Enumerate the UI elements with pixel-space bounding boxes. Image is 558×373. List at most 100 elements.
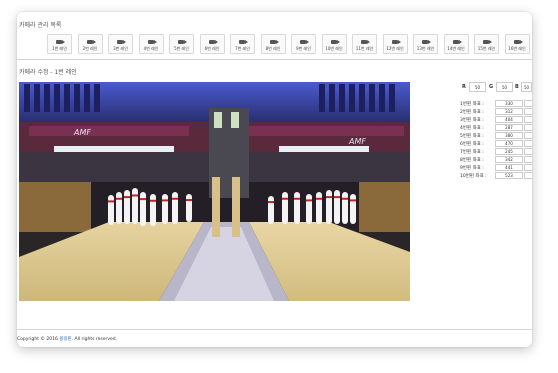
camera-button-4[interactable]: 4번 레인 xyxy=(138,34,164,54)
camera-button-8[interactable]: 8번 레인 xyxy=(260,34,286,54)
bowling-pin xyxy=(124,190,130,224)
pin-coordinate-label: 3번핀 좌표 : xyxy=(460,118,484,123)
copyright-suffix: . All rights reserved. xyxy=(71,337,118,342)
video-camera-icon xyxy=(422,40,431,44)
camera-button-label: 14번 레인 xyxy=(447,46,465,51)
camera-button-label: 15번 레인 xyxy=(477,46,496,51)
pin-coordinate-extra-input[interactable] xyxy=(524,164,532,171)
bowling-pin xyxy=(350,194,356,224)
video-camera-icon xyxy=(300,40,309,44)
camera-edit-title: 카메라 수정 - 1번 레인 xyxy=(19,69,77,76)
video-camera-icon xyxy=(239,40,248,44)
video-camera-icon xyxy=(56,40,65,44)
bowling-pin xyxy=(186,194,192,222)
camera-button-6[interactable]: 6번 레인 xyxy=(199,34,225,54)
camera-button-3[interactable]: 3번 레인 xyxy=(108,34,133,54)
camera-button-2[interactable]: 2번 레인 xyxy=(77,34,103,54)
bowling-pin xyxy=(282,192,288,224)
pin-coordinate-extra-input[interactable] xyxy=(524,132,532,139)
pin-coordinate-input[interactable]: 330 xyxy=(495,100,523,107)
camera-button-9[interactable]: 9번 레인 xyxy=(291,34,316,54)
camera-button-label: 12번 레인 xyxy=(386,46,404,51)
camera-button-5[interactable]: 5번 레인 xyxy=(169,34,194,54)
pin-coordinate-extra-input[interactable] xyxy=(524,116,532,123)
video-camera-icon xyxy=(330,40,340,44)
bowling-pin xyxy=(132,188,138,224)
video-camera-icon xyxy=(117,40,126,44)
camera-button-15[interactable]: 15번 레인 xyxy=(474,34,499,54)
camera-button-label: 8번 레인 xyxy=(265,46,281,51)
camera-button-label: 10번 레인 xyxy=(325,46,343,51)
video-camera-icon xyxy=(208,40,218,44)
camera-button-16[interactable]: 16번 레인 xyxy=(504,34,530,54)
pin-coordinate-extra-input[interactable] xyxy=(524,148,532,155)
bowling-lane-image: AMF AMF xyxy=(19,82,410,301)
camera-button-label: 13번 레인 xyxy=(416,46,435,51)
camera-list: 1번 레인 2번 레인 3번 레인 4번 레인 5번 레인 6번 레인 7번 레인 8번 레인… xyxy=(17,32,532,60)
video-camera-icon xyxy=(86,40,96,44)
bowling-pin xyxy=(334,190,340,224)
video-camera-icon xyxy=(391,40,401,44)
pin-coordinate-input[interactable]: 312 xyxy=(495,108,523,115)
pin-coordinate-input[interactable]: 245 xyxy=(495,148,523,155)
pin-coordinate-input[interactable]: 441 xyxy=(495,164,523,171)
pin-coordinate-input[interactable]: 342 xyxy=(495,156,523,163)
bowling-pin xyxy=(140,192,146,226)
pin-coordinate-label: 1번핀 좌표 : xyxy=(460,102,484,107)
pin-coordinate-input[interactable]: 380 xyxy=(495,132,523,139)
camera-view: AMF AMF xyxy=(19,82,410,301)
pin-coordinate-extra-input[interactable] xyxy=(524,172,532,179)
right-sign-text: AMF xyxy=(348,137,366,146)
app-window: 카메라 관리 목록 1번 레인 2번 레인 3번 레인 4번 레인 5번 레인 6번 레인… xyxy=(17,12,532,347)
camera-button-label: 2번 레인 xyxy=(82,46,98,51)
copyright: Copyright © 2016 볼링핀. All rights reserve… xyxy=(17,336,117,342)
camera-button-label: 5번 레인 xyxy=(174,46,189,51)
bowling-pin xyxy=(162,194,168,224)
g-label: G xyxy=(489,84,494,90)
camera-button-12[interactable]: 12번 레인 xyxy=(382,34,408,54)
camera-button-10[interactable]: 10번 레인 xyxy=(321,34,347,54)
bowling-pin xyxy=(150,194,156,226)
camera-button-label: 16번 레인 xyxy=(508,46,526,51)
pin-coordinate-extra-input[interactable] xyxy=(524,108,532,115)
video-camera-icon xyxy=(147,40,157,44)
camera-button-label: 6번 레인 xyxy=(204,46,220,51)
footer-divider xyxy=(17,329,532,330)
pin-coordinate-input[interactable]: 404 xyxy=(495,116,523,123)
video-camera-icon xyxy=(483,40,492,44)
video-camera-icon xyxy=(178,40,187,44)
pin-coordinate-label: 8번핀 좌표 : xyxy=(460,158,484,163)
camera-button-13[interactable]: 13번 레인 xyxy=(413,34,438,54)
pin-coordinate-input[interactable]: 287 xyxy=(495,124,523,131)
camera-button-7[interactable]: 7번 레인 xyxy=(230,34,255,54)
pin-coordinate-input[interactable]: 523 xyxy=(495,172,523,179)
brand-link[interactable]: 볼링핀 xyxy=(59,337,71,342)
b-input[interactable]: 50 xyxy=(521,82,532,92)
g-input[interactable]: 50 xyxy=(496,82,513,92)
pin-coordinate-label: 5번핀 좌표 : xyxy=(460,134,484,139)
pin-coordinate-input[interactable]: 470 xyxy=(495,140,523,147)
video-camera-icon xyxy=(452,40,462,44)
camera-button-11[interactable]: 11번 레인 xyxy=(352,34,377,54)
camera-button-14[interactable]: 14번 레인 xyxy=(443,34,469,54)
bowling-pin xyxy=(316,192,322,224)
copyright-prefix: Copyright © 2016 xyxy=(17,337,60,342)
pin-coordinate-label: 7번핀 좌표 : xyxy=(460,150,484,155)
pin-coordinate-extra-input[interactable] xyxy=(524,156,532,163)
bowling-pin xyxy=(326,190,332,224)
camera-button-label: 1번 레인 xyxy=(52,46,67,51)
pin-coordinate-label: 2번핀 좌표 : xyxy=(460,110,484,115)
camera-list-title: 카메라 관리 목록 xyxy=(19,22,62,29)
pin-coordinate-extra-input[interactable] xyxy=(524,124,532,131)
camera-button-1[interactable]: 1번 레인 xyxy=(47,34,72,54)
pin-coordinate-extra-input[interactable] xyxy=(524,100,532,107)
r-input[interactable]: 50 xyxy=(469,82,486,92)
bowling-pin xyxy=(342,192,348,224)
left-sign-text: AMF xyxy=(73,128,91,137)
pin-coordinate-extra-input[interactable] xyxy=(524,140,532,147)
pin-coordinate-label: 9번핀 좌표 : xyxy=(460,166,484,171)
video-camera-icon xyxy=(361,40,370,44)
camera-button-label: 7번 레인 xyxy=(235,46,250,51)
bowling-pin xyxy=(108,195,114,225)
bowling-pin xyxy=(306,194,312,224)
